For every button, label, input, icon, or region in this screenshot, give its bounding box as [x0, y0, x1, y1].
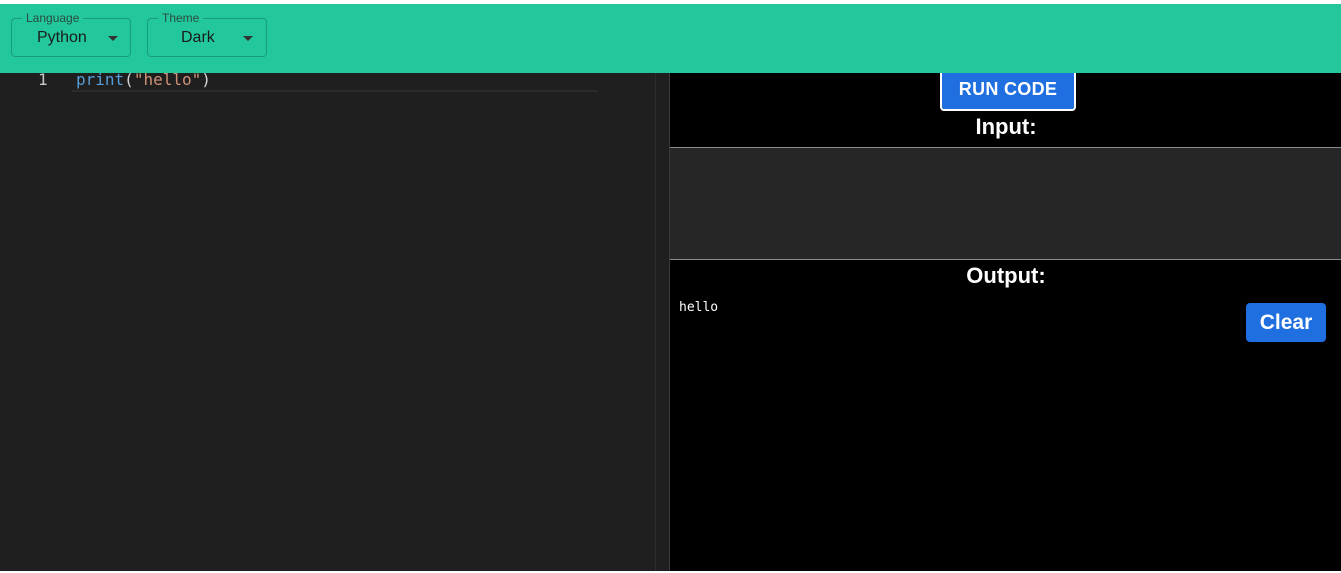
output-title: Output: — [966, 263, 1046, 288]
run-panel: RUN CODE Input: Output: hello Clear — [669, 67, 1341, 571]
input-title: Input: — [975, 114, 1037, 139]
stdin-input[interactable] — [670, 147, 1341, 260]
editor-ruler — [655, 73, 656, 571]
code-runner-app: Language Python Theme Dark 1 print("hell… — [0, 0, 1341, 573]
language-select[interactable]: Language Python — [11, 11, 131, 57]
theme-select-value: Dark — [181, 29, 215, 46]
run-code-button[interactable]: RUN CODE — [940, 67, 1076, 111]
language-select-value: Python — [37, 29, 87, 46]
output-text: hello — [679, 300, 719, 315]
theme-select[interactable]: Theme Dark — [147, 11, 267, 57]
chevron-down-icon — [108, 36, 118, 41]
chevron-down-icon — [243, 36, 253, 41]
code-editor[interactable]: 1 print("hello") — [0, 70, 669, 571]
top-toolbar: Language Python Theme Dark — [0, 4, 1341, 73]
clear-output-button[interactable]: Clear — [1246, 303, 1326, 342]
theme-select-label: Theme — [158, 11, 204, 25]
language-select-label: Language — [22, 11, 84, 25]
